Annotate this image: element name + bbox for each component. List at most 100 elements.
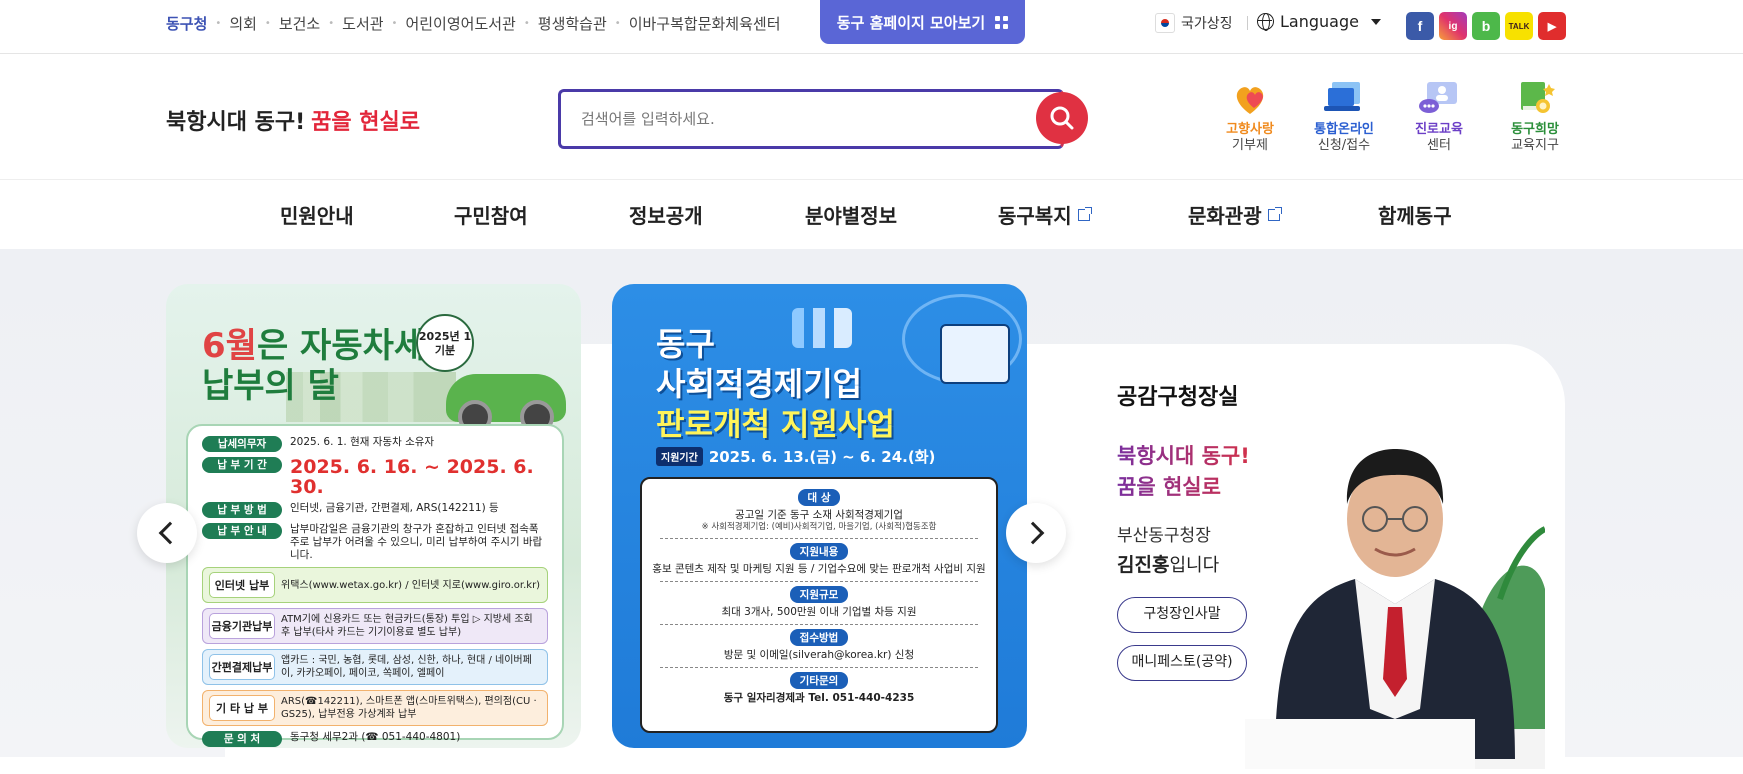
main-navigation: 민원안내 구민참여 정보공개 분야별정보 동구복지 문화관광 함께동구 xyxy=(0,179,1743,249)
family-site-links: 동구청 • 의회 • 보건소 • 도서관 • 어린이영어도서관 • 평생학습관 … xyxy=(166,13,781,34)
youtube-icon[interactable]: ▶ xyxy=(1538,12,1566,40)
toplink-english-library[interactable]: 어린이영어도서관 xyxy=(405,13,515,34)
book-medal-icon xyxy=(1513,78,1557,118)
search-button[interactable] xyxy=(1036,92,1088,144)
quicklink-title: 통합온라인 xyxy=(1314,122,1374,137)
top-utility-bar: 동구청 • 의회 • 보건소 • 도서관 • 어린이영어도서관 • 평생학습관 … xyxy=(0,0,1743,54)
gnb-field-information[interactable]: 분야별정보 xyxy=(805,200,897,229)
section-tag: 지원내용 xyxy=(789,543,849,560)
section-tag: 대 상 xyxy=(797,489,841,506)
slider-prev-button[interactable] xyxy=(137,503,197,563)
quicklink-online-application[interactable]: 통합온라인 신청/접수 xyxy=(1294,78,1394,154)
poster-title-line2: 납부의 달 xyxy=(202,366,339,406)
mayor-name-line: 김진홍입니다 xyxy=(1117,550,1250,577)
gnb-welfare[interactable]: 동구복지 xyxy=(998,200,1092,229)
mayor-office-section: 공감구청장실 북항시대 동구! 꿈을 현실로 부산동구청장 김진홍입니다 구청장… xyxy=(1117,379,1250,681)
toplink-donggu[interactable]: 동구청 xyxy=(166,13,207,34)
payment-text: 위택스(www.wetax.go.kr) / 인터넷 지로(www.giro.o… xyxy=(281,579,541,591)
car-illustration xyxy=(446,374,566,434)
toplink-library[interactable]: 도서관 xyxy=(342,13,383,34)
info-row: 납 부 안 내 납부마감일은 금융기관의 창구가 혼잡하고 인터넷 접속폭주로 납… xyxy=(202,523,548,562)
national-symbol-link[interactable]: 국가상징 xyxy=(1155,13,1233,33)
slider-next-button[interactable] xyxy=(1006,503,1066,563)
section-text: 공고일 기준 동구 소재 사회적경제기업 xyxy=(735,509,903,521)
info-section: 지원내용 홍보 콘텐츠 제작 및 마케팅 지원 등 / 기업수요에 맞는 판로개… xyxy=(652,539,986,576)
poster-title-highlight: 6월 xyxy=(202,326,257,366)
all-sites-label: 동구 홈페이지 모아보기 xyxy=(836,13,986,32)
support-period: 지원기간 2025. 6. 13.(금) ~ 6. 24.(화) xyxy=(656,446,935,467)
info-label: 납 부 방 법 xyxy=(202,502,282,518)
mayor-manifesto-button[interactable]: 매니페스토(공약) xyxy=(1117,645,1247,681)
period-value: 2025. 6. 13.(금) ~ 6. 24.(화) xyxy=(708,448,936,466)
banner-slide-car-tax[interactable]: 6월은 자동차세 납부의 달 2025년 1기분 납세의무자 2025. 6. 1… xyxy=(166,284,581,748)
info-section: 접수방법 방문 및 이메일(silverah@korea.kr) 신청 xyxy=(652,625,986,662)
search-input[interactable] xyxy=(561,92,1001,146)
gnb-culture-tourism[interactable]: 문화관광 xyxy=(1188,200,1282,229)
toplink-lifelong-learning[interactable]: 평생학습관 xyxy=(538,13,607,34)
toplink-ibagu-center[interactable]: 이바구복합문화체육센터 xyxy=(629,13,781,34)
monitor-person-icon xyxy=(1417,78,1461,118)
all-sites-button[interactable]: 동구 홈페이지 모아보기 xyxy=(820,0,1025,44)
info-text: 인터넷, 금융기관, 간편결제, ARS(142211) 등 xyxy=(290,502,499,514)
poster-info-box: 대 상 공고일 기준 동구 소재 사회적경제기업 ※ 사회적경제기업: (예비)… xyxy=(640,477,998,733)
instagram-icon[interactable]: ig xyxy=(1439,12,1467,40)
payment-text: ARS(☎142211), 스마트폰 앱(스마트위택스), 편의점(CU · G… xyxy=(281,696,537,720)
site-logo-slogan[interactable]: 북항시대 동구! 꿈을 현실로 xyxy=(166,104,420,136)
year-badge: 2025년 1기분 xyxy=(416,314,474,372)
poster-title-line2: 사회적경제기업 xyxy=(656,365,863,403)
site-header: 북항시대 동구!꿈을 현실로 고향사랑 기부제 통합온라인 신청/접수 진로교육… xyxy=(0,54,1743,179)
gnb-together-donggu[interactable]: 함께동구 xyxy=(1378,200,1452,229)
info-text: 2025. 6. 1. 현재 자동차 소유자 xyxy=(290,436,435,448)
blog-icon[interactable]: b xyxy=(1472,12,1500,40)
payment-tag: 인터넷 납부 xyxy=(209,572,275,598)
language-selector[interactable]: Language xyxy=(1257,12,1381,31)
info-text: 납부마감일은 금융기관의 창구가 혼잡하고 인터넷 접속폭주로 납부가 어려울 … xyxy=(290,523,543,561)
info-row: 납세의무자 2025. 6. 1. 현재 자동차 소유자 xyxy=(202,436,548,452)
heart-hand-icon xyxy=(1228,78,1272,118)
quicklink-sub: 기부제 xyxy=(1232,138,1268,153)
info-label: 납 부 기 간 xyxy=(202,457,282,473)
quicklink-hope-education[interactable]: 동구희망 교육지구 xyxy=(1485,78,1585,154)
gnb-civil-service[interactable]: 민원안내 xyxy=(280,200,354,229)
quicklink-sub: 교육지구 xyxy=(1511,138,1559,153)
section-text: 최대 3개사, 500만원 이내 기업별 차등 지원 xyxy=(721,606,917,618)
section-text: 방문 및 이메일(silverah@korea.kr) 신청 xyxy=(723,649,915,661)
info-row: 납 부 방 법 인터넷, 금융기관, 간편결제, ARS(142211) 등 xyxy=(202,502,548,518)
quicklink-career-education[interactable]: 진로교육 센터 xyxy=(1389,78,1489,154)
payment-tag: 기 타 납 부 xyxy=(209,695,275,721)
gnb-resident-participation[interactable]: 구민참여 xyxy=(454,200,528,229)
gnb-label: 정보공개 xyxy=(629,204,703,228)
kakaotalk-icon[interactable]: TALK xyxy=(1505,12,1533,40)
payment-text: ATM기에 신용카드 또는 현금카드(통장) 투입 ▷ 지방세 조회 후 납부(… xyxy=(281,614,533,638)
search-icon xyxy=(1050,106,1074,130)
period-label: 지원기간 xyxy=(656,447,703,466)
gnb-label: 민원안내 xyxy=(280,204,354,228)
quicklink-hometown-donation[interactable]: 고향사랑 기부제 xyxy=(1200,78,1300,154)
slogan-red: 꿈을 현실로 xyxy=(311,110,421,135)
section-tag: 지원규모 xyxy=(789,586,849,603)
facebook-icon[interactable]: f xyxy=(1406,12,1434,40)
gnb-label: 동구복지 xyxy=(998,204,1072,228)
mayor-name: 김진홍 xyxy=(1117,554,1170,576)
quicklink-sub: 센터 xyxy=(1427,138,1451,153)
section-tag: 기타문의 xyxy=(789,672,849,689)
payment-method-row: 금융기관납부 ATM기에 신용카드 또는 현금카드(통장) 투입 ▷ 지방세 조회… xyxy=(202,608,548,644)
separator-dot: • xyxy=(328,18,335,29)
info-label: 납세의무자 xyxy=(202,436,282,452)
gnb-label: 문화관광 xyxy=(1188,204,1262,228)
toplink-council[interactable]: 의회 xyxy=(229,13,257,34)
section-text: 홍보 콘텐츠 제작 및 마케팅 지원 등 / 기업수요에 맞는 판로개척 사업비… xyxy=(652,563,986,575)
caret-down-icon xyxy=(1370,18,1381,25)
mayor-slogan: 북항시대 동구! 꿈을 현실로 xyxy=(1117,441,1250,503)
contact-row: 문 의 처 동구청 세무2과 (☎ 051-440-4801) xyxy=(202,731,548,747)
mayor-photo xyxy=(1245,379,1547,769)
toplink-health-center[interactable]: 보건소 xyxy=(279,13,320,34)
mayor-greeting-button[interactable]: 구청장인사말 xyxy=(1117,597,1247,633)
gnb-information-disclosure[interactable]: 정보공개 xyxy=(629,200,703,229)
banner-slide-social-economy[interactable]: 동구 사회적경제기업 판로개척 지원사업 지원기간 2025. 6. 13.(금… xyxy=(612,284,1027,748)
separator-dot: • xyxy=(614,18,621,29)
gnb-label: 함께동구 xyxy=(1378,204,1452,228)
social-links: f ig b TALK ▶ xyxy=(1406,12,1566,40)
mayor-slogan-line2: 꿈을 현실로 xyxy=(1117,475,1221,499)
poster-title-line3: 판로개척 지원사업 xyxy=(656,407,895,443)
